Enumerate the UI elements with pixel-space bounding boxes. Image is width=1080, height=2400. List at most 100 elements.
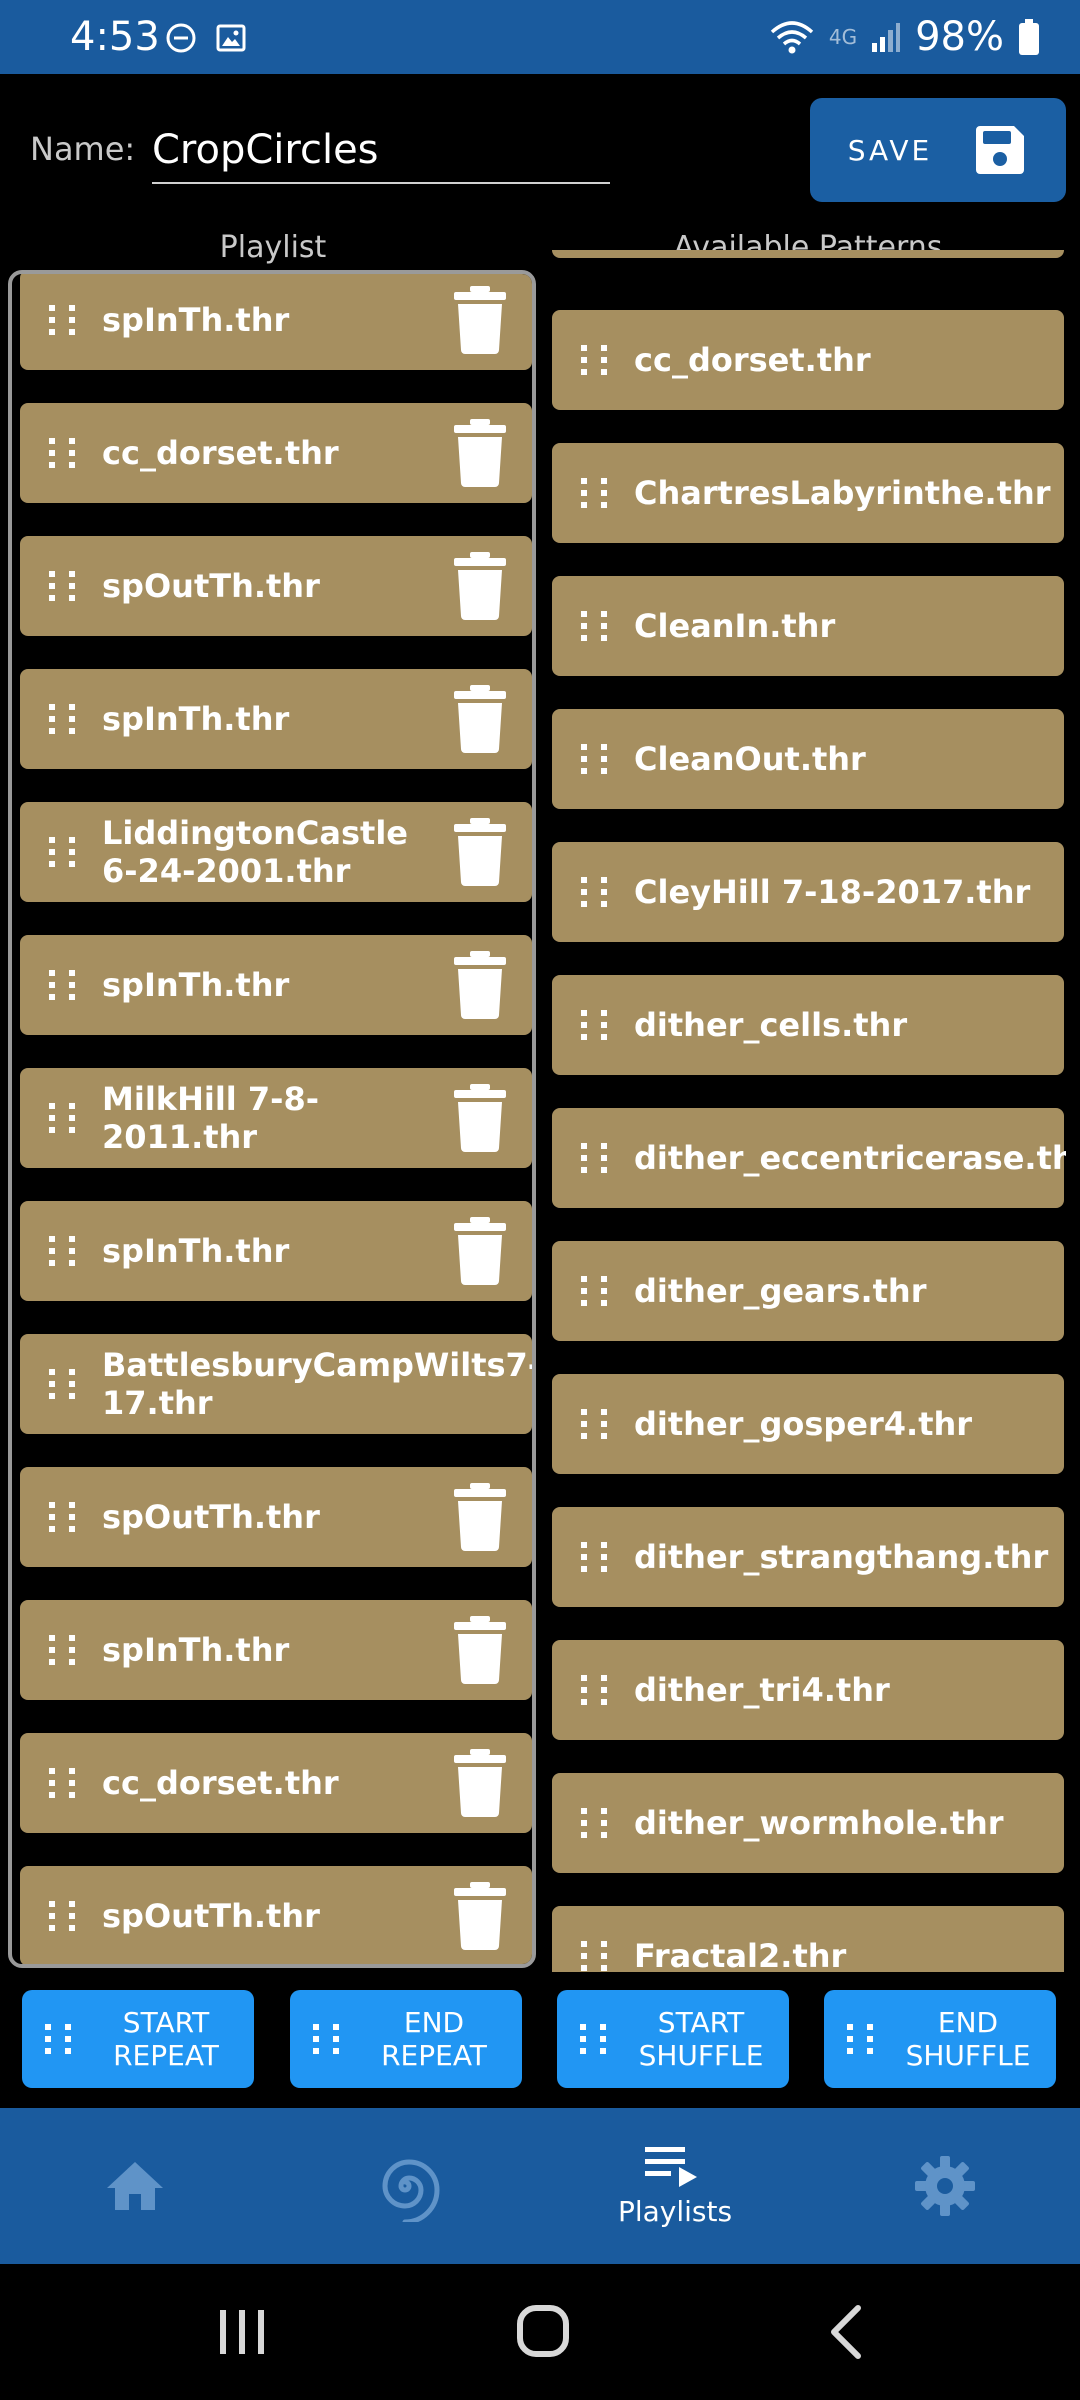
end-repeat-label: END REPEAT (381, 2006, 487, 2072)
drag-handle-icon[interactable] (574, 1005, 614, 1045)
trash-icon[interactable] (452, 1749, 508, 1817)
drag-handle-icon[interactable] (574, 1537, 614, 1577)
trash-icon[interactable] (452, 1084, 508, 1152)
trash-icon[interactable] (452, 1483, 508, 1551)
list-item[interactable]: spOutTh.thr (20, 536, 532, 636)
drag-handle-icon[interactable] (42, 1630, 82, 1670)
drag-handle-icon[interactable] (42, 965, 82, 1005)
list-item[interactable]: cc_dorset.thr (20, 403, 532, 503)
image-notification-icon (216, 24, 246, 52)
list-item[interactable]: cc_dorset.thr (20, 1733, 532, 1833)
list-item-label: CleanIn.thr (634, 607, 836, 645)
list-item-label: dither_gosper4.thr (634, 1405, 973, 1443)
drag-handle-icon[interactable] (42, 1763, 82, 1803)
nav-playlists[interactable]: Playlists (600, 2108, 750, 2264)
drag-handle-icon[interactable] (574, 473, 614, 513)
list-item[interactable]: CleyHill 7-18-2017.thr (552, 842, 1064, 942)
list-item[interactable]: CleanOut.thr (552, 709, 1064, 809)
drag-handle-icon[interactable] (42, 1896, 82, 1936)
trash-icon[interactable] (452, 1882, 508, 1950)
home-icon (107, 2162, 163, 2210)
save-button[interactable]: SAVE (810, 98, 1066, 202)
drag-handle-icon[interactable] (42, 1364, 82, 1404)
trash-icon[interactable] (452, 818, 508, 886)
floppy-disk-icon (976, 126, 1025, 174)
list-item[interactable]: BattlesburyCampWilts7-17.thr (20, 1334, 532, 1434)
nav-home[interactable] (80, 2108, 190, 2264)
drag-handle-icon[interactable] (42, 1231, 82, 1271)
list-item[interactable]: spInTh.thr (20, 274, 532, 370)
list-item-label: spInTh.thr (102, 1631, 290, 1669)
drag-handle-icon[interactable] (42, 566, 82, 606)
list-item[interactable]: dither_gosper4.thr (552, 1374, 1064, 1474)
drag-handle-icon[interactable] (574, 1271, 614, 1311)
start-shuffle-label: START SHUFFLE (638, 2006, 764, 2072)
start-shuffle-button[interactable]: START SHUFFLE (557, 1990, 789, 2088)
trash-icon[interactable] (452, 1217, 508, 1285)
drag-handle-icon[interactable] (42, 1098, 82, 1138)
drag-handle-icon[interactable] (42, 300, 82, 340)
drag-handle-icon[interactable] (574, 739, 614, 779)
list-item[interactable]: spInTh.thr (20, 935, 532, 1035)
list-item-label: spInTh.thr (102, 1232, 290, 1270)
drag-handle-icon[interactable] (574, 340, 614, 380)
trash-icon[interactable] (452, 419, 508, 487)
drag-handle-icon[interactable] (42, 433, 82, 473)
trash-icon[interactable] (452, 1616, 508, 1684)
list-item[interactable]: MilkHill 7-8-2011.thr (20, 1068, 532, 1168)
drag-handle-icon[interactable] (574, 606, 614, 646)
drag-handle-icon[interactable] (574, 872, 614, 912)
drag-handle-icon[interactable] (574, 1138, 614, 1178)
list-item[interactable]: spInTh.thr (20, 1201, 532, 1301)
home-button-icon[interactable] (516, 2304, 570, 2358)
list-item[interactable]: dither_eccentricerase.thr (552, 1108, 1066, 1208)
list-item[interactable]: dither_tri4.thr (552, 1640, 1064, 1740)
end-repeat-button[interactable]: END REPEAT (290, 1990, 522, 2088)
list-item[interactable]: dither_cells.thr (552, 975, 1064, 1075)
list-item-label: dither_gears.thr (634, 1272, 927, 1310)
trash-icon[interactable] (452, 552, 508, 620)
list-item[interactable]: LiddingtonCastle 6-24-2001.thr (20, 802, 532, 902)
list-item-partial[interactable] (552, 250, 1064, 258)
list-item[interactable]: dither_wormhole.thr (552, 1773, 1064, 1873)
list-item-label: dither_wormhole.thr (634, 1804, 1004, 1842)
list-item[interactable]: spOutTh.thr (20, 1866, 532, 1964)
nav-patterns[interactable] (350, 2108, 460, 2264)
trash-icon[interactable] (452, 951, 508, 1019)
list-item-label: spOutTh.thr (102, 1897, 320, 1935)
drag-handle-icon[interactable] (574, 1936, 614, 1972)
drag-handle-icon[interactable] (574, 1803, 614, 1843)
recent-apps-icon[interactable] (218, 2306, 266, 2358)
list-item[interactable]: spInTh.thr (20, 669, 532, 769)
battery-icon (1019, 19, 1039, 55)
drag-handle-icon[interactable] (42, 699, 82, 739)
list-item-label: spInTh.thr (102, 301, 290, 339)
trash-icon[interactable] (452, 685, 508, 753)
nav-settings[interactable] (890, 2108, 1000, 2264)
playlist-name-input[interactable] (152, 118, 610, 184)
list-item[interactable]: spOutTh.thr (20, 1467, 532, 1567)
list-item[interactable]: spInTh.thr (20, 1600, 532, 1700)
list-item-label: LiddingtonCastle 6-24-2001.thr (102, 814, 408, 890)
drag-handle-icon[interactable] (574, 1404, 614, 1444)
end-shuffle-button[interactable]: END SHUFFLE (824, 1990, 1056, 2088)
drag-handle-icon[interactable] (42, 832, 82, 872)
list-item-label: spInTh.thr (102, 700, 290, 738)
list-item[interactable]: cc_dorset.thr (552, 310, 1064, 410)
list-item[interactable]: dither_gears.thr (552, 1241, 1064, 1341)
save-button-label: SAVE (847, 133, 933, 167)
trash-icon[interactable] (452, 286, 508, 354)
drag-handle-icon[interactable] (574, 1670, 614, 1710)
list-item[interactable]: CleanIn.thr (552, 576, 1064, 676)
available-patterns-list[interactable]: cc_dorset.thr ChartresLabyrinthe.thr Clean… (550, 250, 1066, 1972)
list-item-label: spOutTh.thr (102, 1498, 320, 1536)
drag-handle-icon[interactable] (42, 1497, 82, 1537)
list-item[interactable]: Fractal2.thr (552, 1906, 1064, 1972)
back-icon[interactable] (828, 2304, 864, 2360)
drag-handle-icon (847, 2024, 873, 2054)
list-item[interactable]: ChartresLabyrinthe.thr (552, 443, 1064, 543)
playlist-list[interactable]: spInTh.thr cc_dorset.thr spOutTh.thr spInTh… (8, 270, 536, 1968)
start-repeat-button[interactable]: START REPEAT (22, 1990, 254, 2088)
list-item-label: BattlesburyCampWilts7-17.thr (102, 1346, 536, 1422)
list-item[interactable]: dither_strangthang.thr (552, 1507, 1064, 1607)
